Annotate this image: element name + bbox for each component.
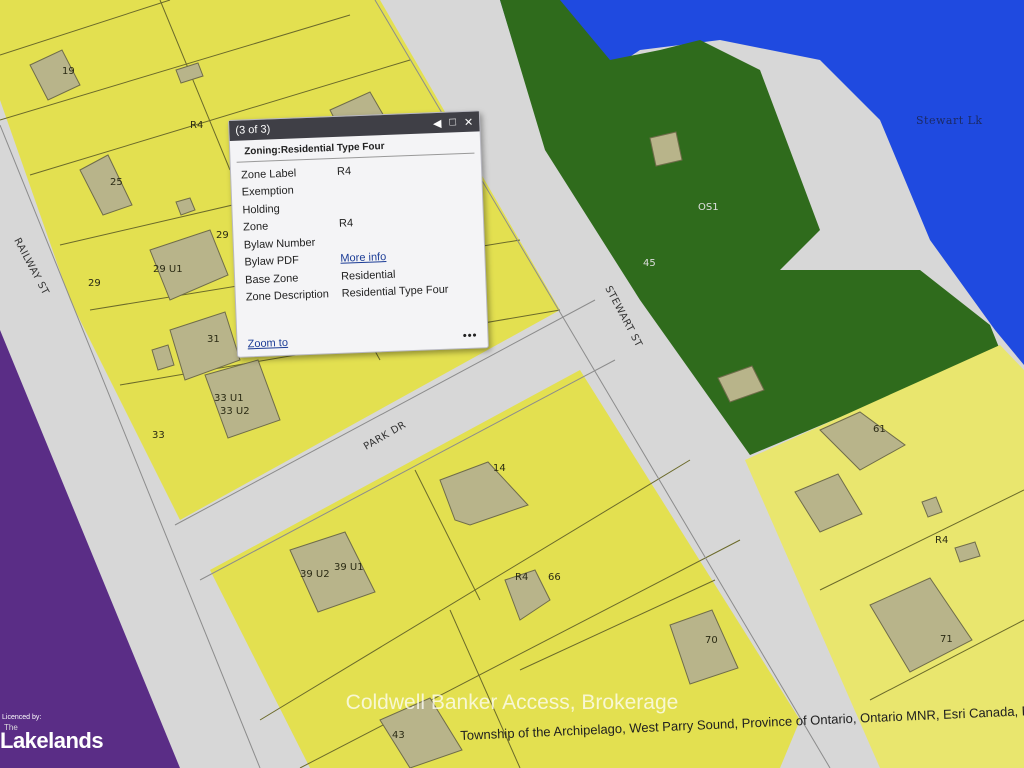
lot-label: 33 U1 <box>214 393 244 404</box>
attribute-key: Zone <box>242 220 269 234</box>
lot-label: 33 <box>152 430 165 441</box>
zoning-popup[interactable]: (3 of 3) ◀ □ ✕ Zoning:Residential Type F… <box>228 110 489 358</box>
logo-name: Lakelands <box>0 728 104 753</box>
zoom-to-link[interactable]: Zoom to <box>247 337 288 351</box>
lot-label: 14 <box>493 463 506 474</box>
attribute-value: R4 <box>336 165 352 178</box>
lot-label: 29 <box>216 230 229 241</box>
more-options-icon[interactable]: ••• <box>463 330 478 343</box>
zone-label: R4 <box>190 120 203 131</box>
zoning-map[interactable]: 19 32 25 29 29 U1 29 31 33 U1 33 U2 33 1… <box>0 0 1024 768</box>
attribute-key: Exemption <box>241 184 294 199</box>
licensed-by-label: Licenced by: <box>2 714 42 721</box>
maximize-icon[interactable]: □ <box>449 116 456 128</box>
lot-label: 19 <box>62 66 75 77</box>
lot-label: 43 <box>392 730 405 741</box>
attribute-key: Zone Label <box>240 167 297 182</box>
zone-label: OS1 <box>698 202 719 213</box>
lot-label: 31 <box>207 334 220 345</box>
lot-label: 39 U1 <box>334 562 364 573</box>
popup-footer: Zoom to ••• <box>247 330 477 351</box>
previous-feature-icon[interactable]: ◀ <box>433 116 442 129</box>
attribute-value: Residential Type Four <box>341 283 449 301</box>
attribute-key: Base Zone <box>244 272 299 287</box>
attribute-key: Bylaw Number <box>243 236 316 252</box>
lake-label: Stewart Lk <box>916 114 983 127</box>
lot-label: 45 <box>643 258 656 269</box>
attribute-table: Zone Label R4 Exemption Holding Zone R4 By… <box>231 153 486 306</box>
lot-label: 71 <box>940 634 953 645</box>
lot-label: 39 U2 <box>300 569 330 580</box>
bylaw-pdf-link[interactable]: More info <box>340 251 386 265</box>
lot-label: 29 U1 <box>153 264 183 275</box>
lot-label: 66 <box>548 572 561 583</box>
attribute-value: Residential <box>340 268 396 283</box>
lot-label: 70 <box>705 635 718 646</box>
lot-label: 33 U2 <box>220 406 250 417</box>
lot-label: 61 <box>873 424 886 435</box>
lot-label: 29 <box>88 278 101 289</box>
attribute-key: Holding <box>242 202 280 217</box>
lakelands-logo: Licenced by: The Lakelands <box>0 714 110 768</box>
attribute-key: Zone Description <box>245 288 330 304</box>
zone-label: R4 <box>935 535 948 546</box>
attribute-value: R4 <box>338 217 354 231</box>
attribute-key: Bylaw PDF <box>244 254 300 269</box>
lot-label: 25 <box>110 177 123 188</box>
close-icon[interactable]: ✕ <box>464 115 474 128</box>
zone-label: R4 <box>515 572 528 583</box>
